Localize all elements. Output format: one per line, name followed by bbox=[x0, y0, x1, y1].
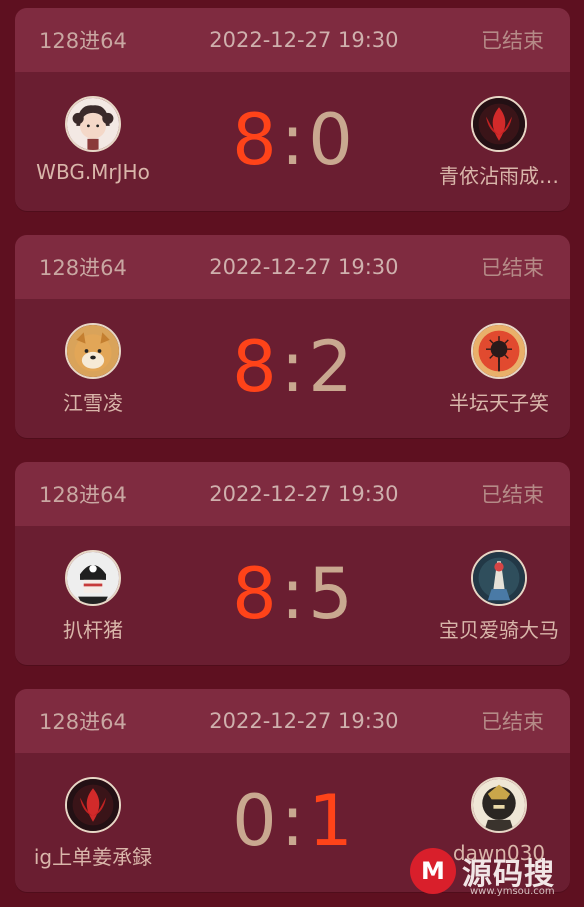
round-label: 128进64 bbox=[39, 483, 127, 507]
status-badge: 已结束 bbox=[481, 256, 544, 280]
score-right: 0 bbox=[308, 99, 353, 181]
team-name: 青依沾雨成… bbox=[439, 164, 559, 188]
team-right[interactable]: 青依沾雨成… bbox=[414, 96, 570, 189]
status-badge: 已结束 bbox=[481, 29, 544, 53]
avatar bbox=[471, 777, 527, 833]
round-label: 128进64 bbox=[39, 710, 127, 734]
team-name: 宝贝爱骑大马 bbox=[439, 618, 559, 642]
score-left: 8 bbox=[232, 99, 277, 181]
match-time: 2022-12-27 19:30 bbox=[209, 482, 399, 506]
watermark-url: www.ymsou.com bbox=[470, 886, 555, 897]
team-name: 半坛天子笑 bbox=[449, 391, 549, 415]
score-right: 2 bbox=[308, 326, 353, 408]
score-right: 5 bbox=[308, 553, 353, 635]
red-emblem-icon bbox=[473, 98, 525, 150]
round-label: 128进64 bbox=[39, 256, 127, 280]
status-badge: 已结束 bbox=[481, 483, 544, 507]
match-header: 128进64 2022-12-27 19:30 已结束 bbox=[15, 235, 570, 299]
armor-icon bbox=[473, 779, 525, 831]
match-header: 128进64 2022-12-27 19:30 已结束 bbox=[15, 689, 570, 753]
watermark-logo-icon: M bbox=[410, 848, 456, 894]
match-header: 128进64 2022-12-27 19:30 已结束 bbox=[15, 8, 570, 72]
round-label: 128进64 bbox=[39, 29, 127, 53]
score-left: 8 bbox=[232, 326, 277, 408]
match-time: 2022-12-27 19:30 bbox=[209, 255, 399, 279]
match-time: 2022-12-27 19:30 bbox=[209, 28, 399, 52]
avatar bbox=[471, 323, 527, 379]
score-right: 1 bbox=[308, 780, 353, 862]
match-card[interactable]: 128进64 2022-12-27 19:30 已结束 WBG.MrJHo 8:… bbox=[15, 8, 570, 211]
avatar bbox=[471, 96, 527, 152]
status-badge: 已结束 bbox=[481, 710, 544, 734]
match-header: 128进64 2022-12-27 19:30 已结束 bbox=[15, 462, 570, 526]
avatar bbox=[471, 550, 527, 606]
score-left: 0 bbox=[232, 780, 277, 862]
team-right[interactable]: 半坛天子笑 bbox=[414, 323, 570, 416]
match-card[interactable]: 128进64 2022-12-27 19:30 已结束 扒杆猪 8:5 宝贝爱骑… bbox=[15, 462, 570, 665]
warrior-icon bbox=[473, 552, 525, 604]
match-time: 2022-12-27 19:30 bbox=[209, 709, 399, 733]
watermark: M 源码搜 www.ymsou.com bbox=[410, 848, 555, 897]
team-right[interactable]: 宝贝爱骑大马 bbox=[414, 550, 570, 643]
flower-icon bbox=[473, 325, 525, 377]
score-left: 8 bbox=[232, 553, 277, 635]
match-card[interactable]: 128进64 2022-12-27 19:30 已结束 江雪凌 8:2 半坛天子… bbox=[15, 235, 570, 438]
